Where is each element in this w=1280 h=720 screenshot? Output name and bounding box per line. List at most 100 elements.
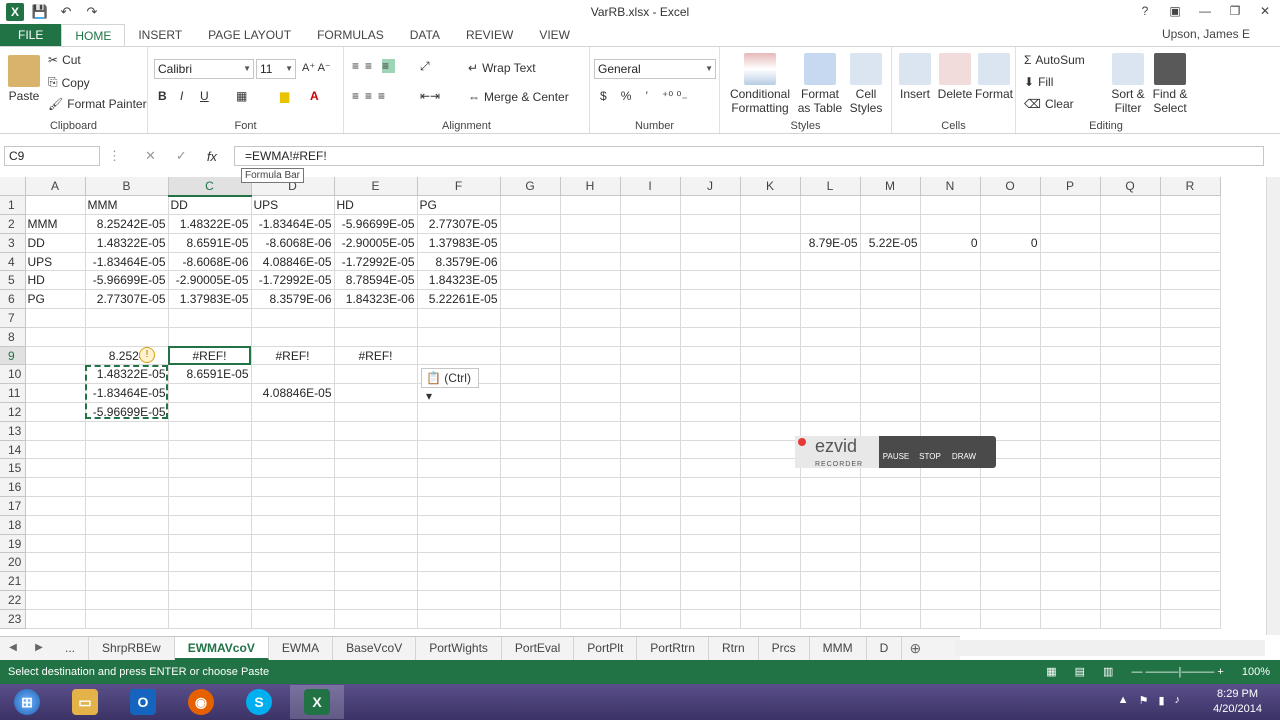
cell[interactable]	[560, 515, 621, 535]
cell[interactable]	[860, 590, 921, 610]
worksheet-grid[interactable]: ABCDEFGHIJKLMNOPQR 1 MMM DD UPS HD PG 2 MMM 8.25…	[0, 177, 1268, 635]
cell[interactable]	[740, 289, 801, 310]
cell[interactable]	[620, 458, 681, 479]
cell[interactable]	[1040, 308, 1101, 328]
cell[interactable]	[620, 233, 681, 253]
cell[interactable]	[25, 590, 86, 610]
cell[interactable]	[800, 270, 861, 291]
orientation-icon[interactable]: ⤢	[420, 59, 430, 74]
cell[interactable]	[500, 571, 561, 592]
cell[interactable]	[740, 252, 801, 272]
row-header[interactable]: 21	[0, 571, 26, 592]
cell[interactable]	[251, 458, 335, 479]
cell[interactable]	[740, 609, 801, 629]
cell[interactable]	[417, 477, 501, 498]
cell[interactable]	[168, 477, 252, 498]
cell[interactable]	[800, 515, 861, 535]
cell[interactable]	[25, 458, 86, 479]
column-header[interactable]: J	[680, 177, 741, 197]
cell[interactable]	[500, 458, 561, 479]
cell[interactable]: 2.77307E-05	[417, 214, 501, 234]
cell[interactable]	[920, 346, 981, 366]
cell[interactable]	[1100, 195, 1161, 216]
cell[interactable]: PG	[417, 195, 501, 216]
horizontal-align-icons[interactable]: ≡≡≡	[352, 89, 391, 103]
percent-button[interactable]: %	[621, 89, 632, 103]
wrap-text-button[interactable]: ↵ Wrap Text	[468, 61, 536, 75]
cell[interactable]	[85, 515, 169, 535]
cell[interactable]	[500, 383, 561, 404]
cell[interactable]	[860, 477, 921, 498]
cell[interactable]	[1160, 496, 1221, 516]
next-sheet-icon[interactable]: ▶	[26, 637, 52, 660]
cell[interactable]	[740, 364, 801, 385]
cell[interactable]	[251, 440, 335, 460]
sheet-tab[interactable]: ShrpRBEw	[89, 637, 175, 660]
cell[interactable]	[251, 402, 335, 422]
cell[interactable]	[560, 571, 621, 592]
cell[interactable]	[800, 383, 861, 404]
cell[interactable]	[980, 195, 1041, 216]
cell[interactable]	[25, 571, 86, 592]
cell[interactable]	[560, 458, 621, 479]
cell[interactable]	[620, 346, 681, 366]
paste-options-button[interactable]: 📋 (Ctrl) ▾	[421, 368, 479, 403]
cell[interactable]	[1160, 214, 1221, 234]
cell[interactable]: 5.22E-05	[860, 233, 921, 253]
column-header[interactable]: F	[417, 177, 501, 197]
cell[interactable]: 1.84323E-05	[417, 270, 501, 291]
row-header[interactable]: 19	[0, 534, 26, 554]
cell[interactable]	[417, 609, 501, 629]
cell[interactable]: UPS	[251, 195, 335, 216]
cell[interactable]	[1100, 308, 1161, 328]
cell[interactable]	[1040, 571, 1101, 592]
cell[interactable]	[251, 534, 335, 554]
cell[interactable]	[680, 214, 741, 234]
cell[interactable]	[251, 571, 335, 592]
cell[interactable]	[560, 402, 621, 422]
cell[interactable]	[560, 308, 621, 328]
cell[interactable]	[500, 289, 561, 310]
cell[interactable]	[1100, 609, 1161, 629]
cell[interactable]	[168, 515, 252, 535]
cell[interactable]	[168, 552, 252, 573]
cell[interactable]	[1160, 534, 1221, 554]
cell[interactable]	[620, 515, 681, 535]
cell[interactable]	[85, 308, 169, 328]
cell[interactable]	[85, 571, 169, 592]
font-size-select[interactable]: 11 ▼	[256, 59, 296, 79]
cell[interactable]	[560, 346, 621, 366]
clock[interactable]: 8:29 PM 4/20/2014	[1213, 687, 1262, 717]
cell[interactable]	[620, 252, 681, 272]
conditional-formatting-button[interactable]: Conditional Formatting	[724, 53, 796, 115]
cell[interactable]	[560, 252, 621, 272]
cell[interactable]: 4.08846E-05	[251, 383, 335, 404]
cell[interactable]: 8.79E-05	[800, 233, 861, 253]
cell[interactable]: HD	[334, 195, 418, 216]
close-icon[interactable]: ✕	[1250, 0, 1280, 24]
cell[interactable]	[1100, 346, 1161, 366]
cell[interactable]	[417, 440, 501, 460]
cell-table[interactable]: ABCDEFGHIJKLMNOPQR 1 MMM DD UPS HD PG 2 MMM 8.25…	[0, 177, 1221, 629]
cell[interactable]	[740, 327, 801, 347]
cell[interactable]	[860, 270, 921, 291]
cell[interactable]: -2.90005E-05	[168, 270, 252, 291]
cell[interactable]	[334, 440, 418, 460]
cell[interactable]	[85, 609, 169, 629]
cell[interactable]	[1160, 590, 1221, 610]
cell[interactable]	[168, 402, 252, 422]
tray-expand-icon[interactable]: ▲	[1118, 694, 1129, 707]
stop-button[interactable]: STOP	[913, 436, 947, 468]
cell[interactable]	[1040, 534, 1101, 554]
cell[interactable]	[1040, 609, 1101, 629]
cell[interactable]	[860, 609, 921, 629]
cell[interactable]: 5.22261E-05	[417, 289, 501, 310]
cell[interactable]: UPS	[25, 252, 86, 272]
cell[interactable]	[980, 346, 1041, 366]
cell[interactable]	[1040, 195, 1101, 216]
cell[interactable]	[1160, 252, 1221, 272]
cell[interactable]	[740, 402, 801, 422]
cell[interactable]	[620, 214, 681, 234]
row-header[interactable]: 15	[0, 458, 26, 479]
cell[interactable]	[25, 515, 86, 535]
